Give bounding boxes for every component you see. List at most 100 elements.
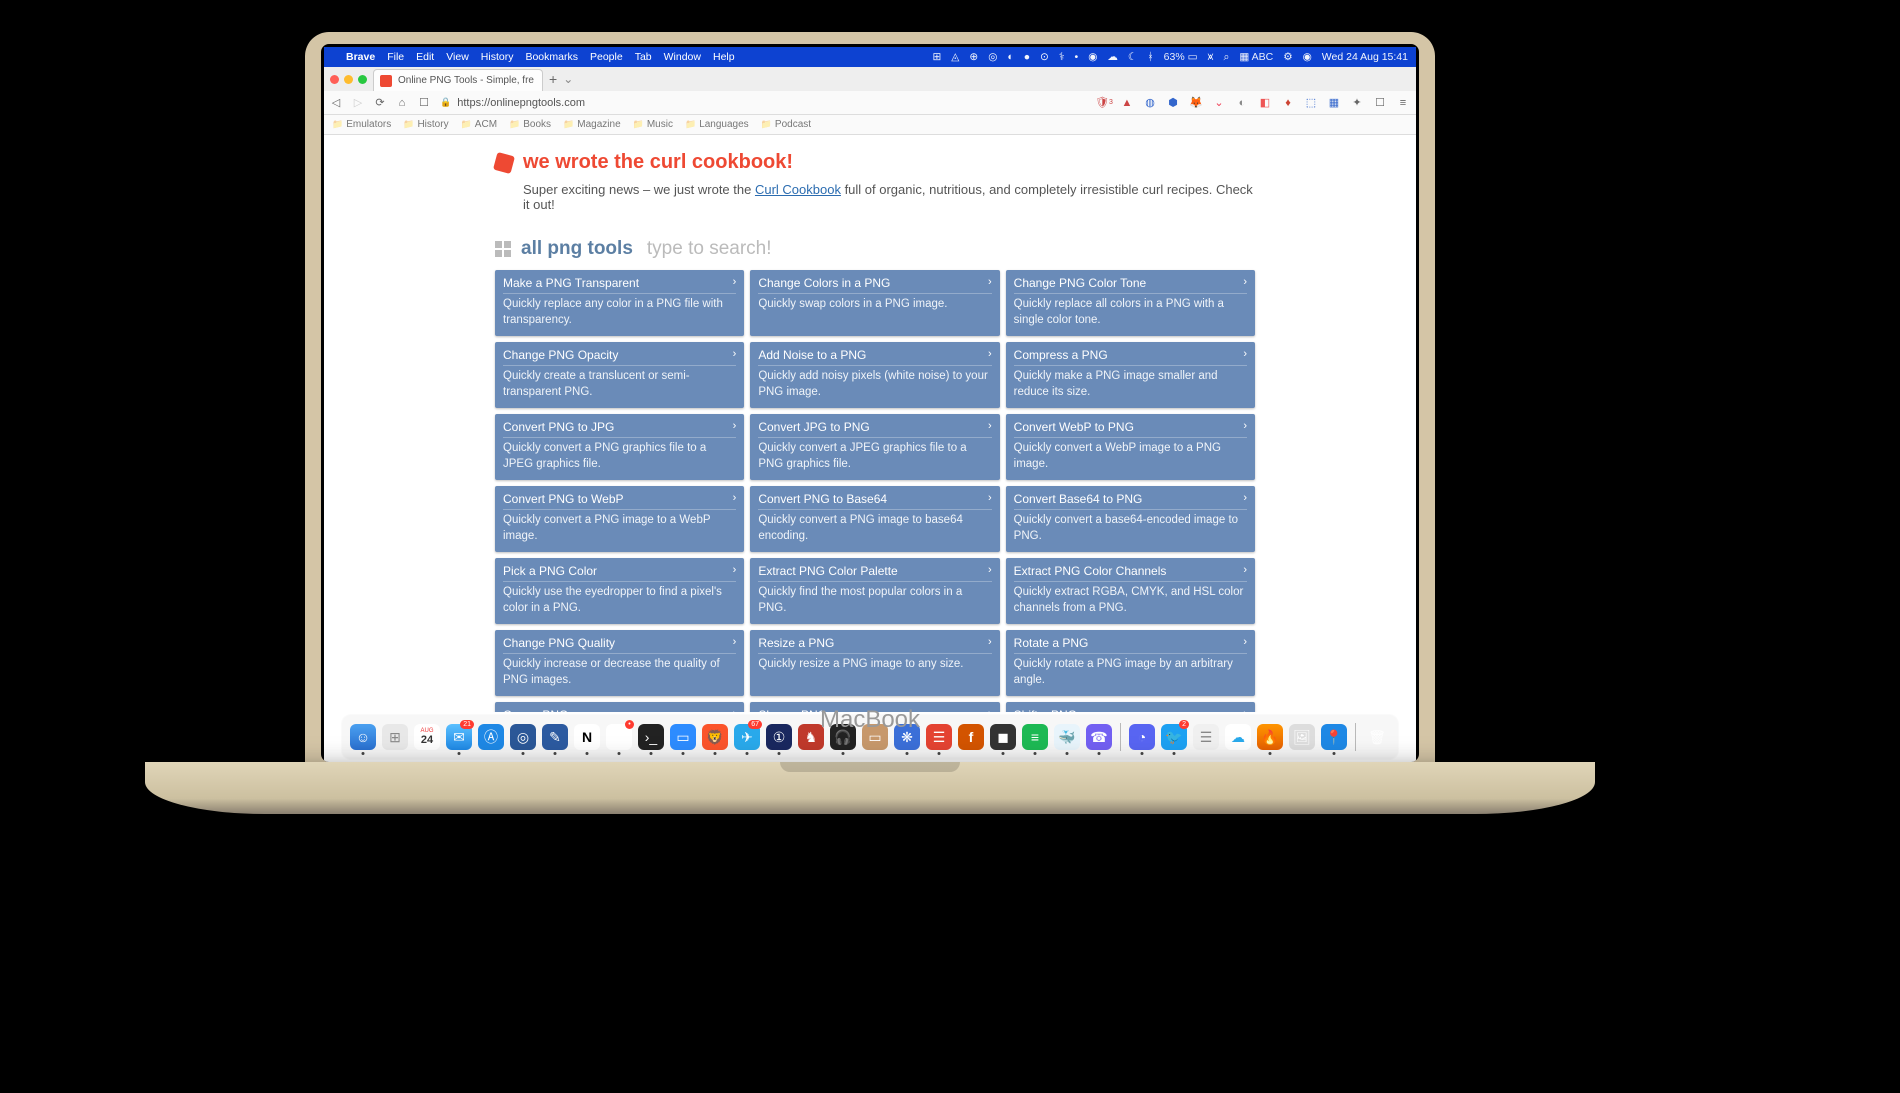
tool-card[interactable]: Resize a PNGQuickly resize a PNG image t… bbox=[750, 630, 999, 696]
tool-card[interactable]: Change PNG OpacityQuickly create a trans… bbox=[495, 342, 744, 408]
dock-app-blue[interactable]: ◎ bbox=[510, 724, 536, 750]
dock-terminal[interactable]: ›_ bbox=[638, 724, 664, 750]
new-tab-button[interactable]: + bbox=[543, 69, 563, 89]
browser-tab[interactable]: Online PNG Tools - Simple, fre × bbox=[373, 69, 543, 91]
tool-card[interactable]: Change PNG QualityQuickly increase or de… bbox=[495, 630, 744, 696]
tool-card[interactable]: Change Colors in a PNGQuickly swap color… bbox=[750, 270, 999, 336]
control-center-icon[interactable]: ⚙ bbox=[1283, 51, 1292, 63]
bookmark-folder[interactable]: ACM bbox=[461, 119, 497, 130]
curl-cookbook-link[interactable]: Curl Cookbook bbox=[755, 182, 841, 197]
statusicon-12[interactable]: ☾ bbox=[1128, 51, 1137, 63]
ext-7[interactable]: ♦ bbox=[1281, 96, 1295, 110]
ext-8[interactable]: ⬚ bbox=[1304, 96, 1318, 110]
tool-card[interactable]: Add Noise to a PNGQuickly add noisy pixe… bbox=[750, 342, 999, 408]
tool-card[interactable]: Convert JPG to PNGQuickly convert a JPEG… bbox=[750, 414, 999, 480]
tool-card[interactable]: Extract PNG Color ChannelsQuickly extrac… bbox=[1006, 558, 1255, 624]
ext-4[interactable]: ⌄ bbox=[1212, 96, 1226, 110]
tool-card[interactable]: Pick a PNG ColorQuickly use the eyedropp… bbox=[495, 558, 744, 624]
extensions-button[interactable]: ✦ bbox=[1350, 96, 1364, 110]
menu-edit[interactable]: Edit bbox=[416, 51, 434, 63]
bookmark-folder[interactable]: Podcast bbox=[761, 119, 811, 130]
dock-app-lines[interactable]: ☰ bbox=[1193, 724, 1219, 750]
bookmark-folder[interactable]: History bbox=[403, 119, 448, 130]
ext-1[interactable]: ◍ bbox=[1143, 96, 1157, 110]
menubar-clock[interactable]: Wed 24 Aug 15:41 bbox=[1322, 51, 1408, 63]
dock-discord[interactable]: ◔ bbox=[1129, 724, 1155, 750]
ext-5[interactable]: ◐ bbox=[1235, 96, 1249, 110]
tab-dropdown-button[interactable]: ⌄ bbox=[563, 72, 579, 86]
bluetooth-icon[interactable]: ᚼ bbox=[1147, 51, 1153, 63]
tool-card[interactable]: Make a PNG TransparentQuickly replace an… bbox=[495, 270, 744, 336]
ext-2[interactable]: ⬢ bbox=[1166, 96, 1180, 110]
dock-app-cloud[interactable]: ☁ bbox=[1225, 724, 1251, 750]
ext-3[interactable]: 🦊 bbox=[1189, 96, 1203, 110]
tool-card[interactable]: Shift a PNGQuickly shift a PNG and swap … bbox=[1006, 702, 1255, 712]
input-lang[interactable]: ▦ ABC bbox=[1239, 51, 1273, 63]
close-window-button[interactable] bbox=[330, 75, 339, 84]
menu-people[interactable]: People bbox=[590, 51, 623, 63]
tool-card[interactable]: Rotate a PNGQuickly rotate a PNG image b… bbox=[1006, 630, 1255, 696]
tool-card[interactable]: Convert PNG to WebPQuickly convert a PNG… bbox=[495, 486, 744, 552]
dock-notion[interactable]: N bbox=[574, 724, 600, 750]
dock-slack[interactable]: ✻• bbox=[606, 724, 632, 750]
dock-app-pin[interactable]: 📍 bbox=[1321, 724, 1347, 750]
statusicon-1[interactable]: ⊞ bbox=[932, 51, 941, 63]
tool-card[interactable]: Compress a PNGQuickly make a PNG image s… bbox=[1006, 342, 1255, 408]
bookmark-folder[interactable]: Emulators bbox=[332, 119, 391, 130]
ext-9[interactable]: ▦ bbox=[1327, 96, 1341, 110]
tool-card[interactable]: Crop a PNGQuickly crop a PNG image.› bbox=[495, 702, 744, 712]
tool-card[interactable]: Convert PNG to JPGQuickly convert a PNG … bbox=[495, 414, 744, 480]
statusicon-7[interactable]: ⊙ bbox=[1040, 51, 1049, 63]
bookmark-button[interactable]: ☐ bbox=[418, 96, 430, 109]
statusicon-5[interactable]: ◐ bbox=[1007, 51, 1013, 63]
menu-view[interactable]: View bbox=[446, 51, 469, 63]
statusicon-6[interactable]: ● bbox=[1024, 51, 1030, 63]
brave-shields-icon[interactable]: 🛡3 bbox=[1097, 96, 1111, 110]
menubar-app-name[interactable]: Brave bbox=[346, 51, 375, 63]
tools-search-input[interactable]: type to search! bbox=[647, 238, 772, 260]
brave-rewards-icon[interactable]: ▲ bbox=[1120, 96, 1134, 110]
bookmark-folder[interactable]: Magazine bbox=[563, 119, 621, 130]
minimize-window-button[interactable] bbox=[344, 75, 353, 84]
dock-brave[interactable]: 🦁 bbox=[702, 724, 728, 750]
statusicon-2[interactable]: ◬ bbox=[951, 51, 959, 63]
dock-app-f[interactable]: f bbox=[958, 724, 984, 750]
wifi-icon[interactable]: ⩙ bbox=[1208, 51, 1214, 64]
dock-app-photos[interactable]: 🖼 bbox=[1289, 724, 1315, 750]
statusicon-10[interactable]: ◉ bbox=[1088, 51, 1097, 63]
statusicon-8[interactable]: ⚕ bbox=[1059, 51, 1065, 63]
bookmark-folder[interactable]: Books bbox=[509, 119, 551, 130]
bookmark-folder[interactable]: Languages bbox=[685, 119, 749, 130]
dock-telegram[interactable]: ✈67 bbox=[734, 724, 760, 750]
menu-history[interactable]: History bbox=[481, 51, 514, 63]
dock-trash[interactable]: 🗑 bbox=[1364, 724, 1390, 750]
dock-zoom[interactable]: ▭ bbox=[670, 724, 696, 750]
bookmark-folder[interactable]: Music bbox=[633, 119, 673, 130]
reload-button[interactable]: ⟳ bbox=[374, 96, 386, 109]
tool-card[interactable]: Change PNG Color ToneQuickly replace all… bbox=[1006, 270, 1255, 336]
menu-bookmarks[interactable]: Bookmarks bbox=[525, 51, 578, 63]
dock-appstore[interactable]: Ⓐ bbox=[478, 724, 504, 750]
dock-1password[interactable]: ① bbox=[766, 724, 792, 750]
tool-card[interactable]: Convert PNG to Base64Quickly convert a P… bbox=[750, 486, 999, 552]
battery-indicator[interactable]: 63% ▭ bbox=[1164, 51, 1198, 63]
menu-file[interactable]: File bbox=[387, 51, 404, 63]
profile-button[interactable]: ☐ bbox=[1373, 96, 1387, 110]
tool-card[interactable]: Convert WebP to PNGQuickly convert a Web… bbox=[1006, 414, 1255, 480]
forward-button[interactable]: ▷ bbox=[352, 96, 364, 109]
dock-calendar[interactable]: AUG24 bbox=[414, 724, 440, 750]
statusicon-11[interactable]: ☁ bbox=[1107, 51, 1118, 63]
search-icon[interactable]: ⌕ bbox=[1223, 51, 1229, 64]
dock-viber[interactable]: ☎ bbox=[1086, 724, 1112, 750]
dock-spotify[interactable]: ≡ bbox=[1022, 724, 1048, 750]
dock-twitter[interactable]: 🐦2 bbox=[1161, 724, 1187, 750]
dock-todoist[interactable]: ☰ bbox=[926, 724, 952, 750]
home-button[interactable]: ⌂ bbox=[396, 97, 408, 109]
tool-card[interactable]: Extract PNG Color PaletteQuickly find th… bbox=[750, 558, 999, 624]
menu-window[interactable]: Window bbox=[664, 51, 701, 63]
statusicon-4[interactable]: ◎ bbox=[988, 51, 997, 63]
menu-help[interactable]: Help bbox=[713, 51, 735, 63]
dock-mail[interactable]: ✉21 bbox=[446, 724, 472, 750]
menu-tab[interactable]: Tab bbox=[635, 51, 652, 63]
app-menu-button[interactable]: ≡ bbox=[1396, 96, 1410, 110]
